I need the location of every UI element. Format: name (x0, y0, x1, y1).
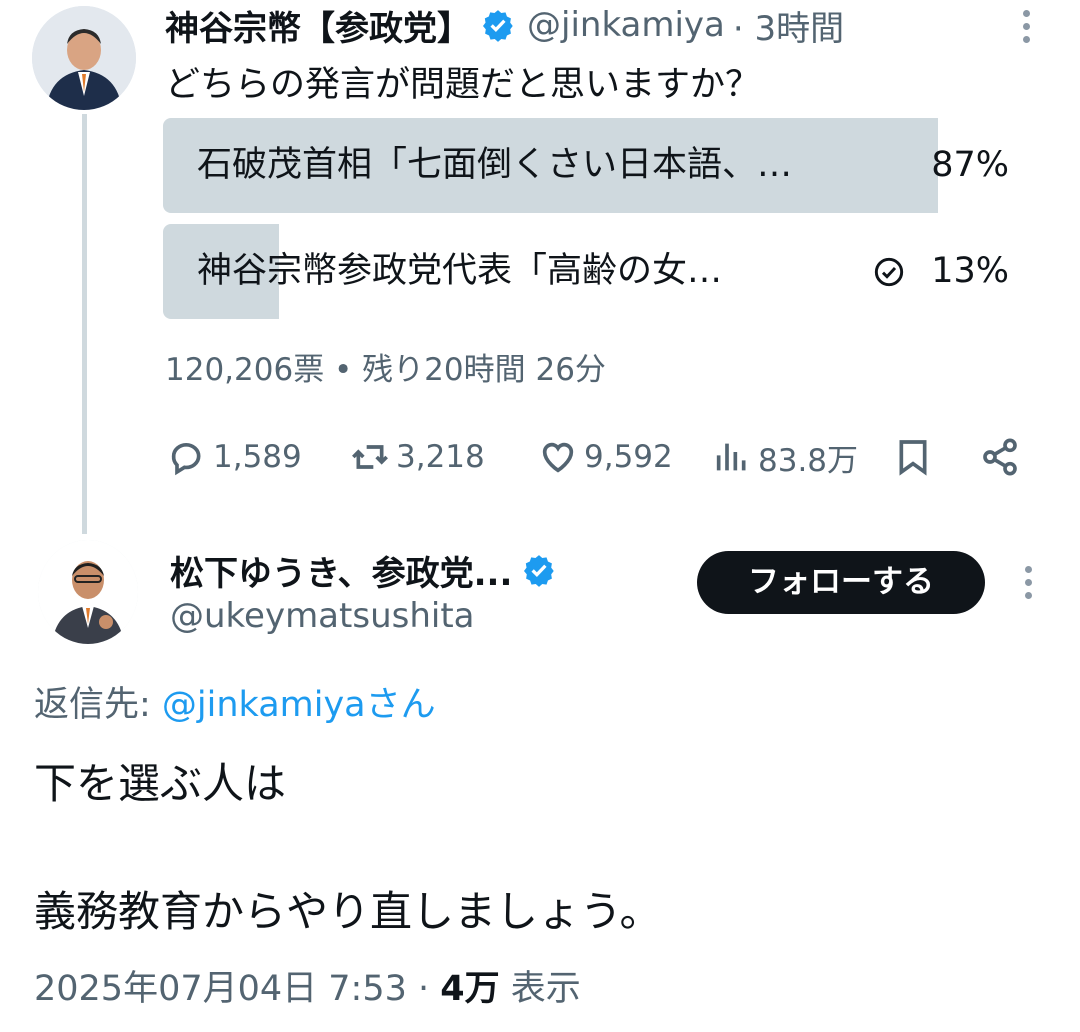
bookmark-icon (899, 440, 927, 476)
follow-button[interactable]: フォローする (697, 551, 985, 614)
display-name[interactable]: 神谷宗幣【参政党】 (165, 1, 471, 50)
like-button[interactable]: 9,592 (538, 432, 673, 482)
like-count: 9,592 (584, 439, 673, 475)
check-circle-icon (874, 257, 904, 287)
tweet-text: どちらの発言が問題だと思いますか？ (165, 65, 761, 105)
reply-button[interactable]: 1,589 (167, 432, 302, 482)
share-icon (983, 438, 1017, 476)
tweet-timestamp[interactable]: 2025年07月04日 7:53 · (34, 969, 440, 1009)
poll-option-1[interactable]: 石破茂首相「七面倒くさい日本語、… 87% (163, 118, 1009, 213)
avatar[interactable] (38, 540, 138, 644)
reply-count: 1,589 (213, 439, 302, 475)
poll-option-label: 神谷宗幣参政党代表「高齢の女… (197, 251, 723, 291)
retweet-count: 3,218 (396, 439, 485, 475)
avatar[interactable] (32, 6, 136, 110)
avatar-photo (38, 540, 138, 644)
avatar-photo (32, 6, 136, 110)
timestamp[interactable]: · 3時間 (733, 1, 844, 50)
retweet-icon (352, 445, 388, 469)
more-icon[interactable] (1022, 566, 1034, 605)
views-button[interactable]: 83.8万 (712, 432, 858, 482)
reply-icon (171, 443, 201, 476)
poll-option-2[interactable]: 神谷宗幣参政党代表「高齢の女… 13% (163, 224, 1009, 319)
thread-line (82, 114, 87, 534)
tweet-metadata: 2025年07月04日 7:53 · 4万 表示 (34, 960, 581, 1011)
tweet-text-line-2: 義務教育からやり直しましょう。 (34, 887, 662, 936)
views-count: 83.8万 (758, 442, 859, 479)
like-icon (542, 442, 574, 473)
poll-percent: 87% (931, 145, 1009, 185)
verified-badge-icon (482, 10, 513, 42)
views-icon (716, 443, 746, 471)
reply-context: 返信先: @jinkamiyaさん (34, 676, 436, 727)
reply-to-link[interactable]: @jinkamiyaさん (162, 685, 436, 725)
verified-badge-icon (524, 555, 555, 587)
share-button[interactable] (980, 432, 1020, 482)
poll-option-label: 石破茂首相「七面倒くさい日本語、… (197, 145, 793, 185)
more-icon[interactable] (1020, 10, 1032, 49)
bookmark-button[interactable] (893, 432, 933, 482)
display-name[interactable]: 松下ゆうき、参政党... (170, 546, 512, 595)
reply-to-label: 返信先: (34, 685, 162, 725)
tweet-view-count: 4万 (440, 969, 500, 1009)
poll-summary: 120,206票 • 残り20時間 26分 (165, 352, 606, 388)
tweet-text-line-1: 下を選ぶ人は (34, 759, 287, 808)
poll-percent: 13% (931, 251, 1009, 291)
retweet-button[interactable]: 3,218 (350, 432, 485, 482)
handle[interactable]: @jinkamiya (527, 5, 725, 45)
tweet-view-label: 表示 (499, 969, 581, 1009)
handle[interactable]: @ukeymatsushita (170, 596, 475, 636)
